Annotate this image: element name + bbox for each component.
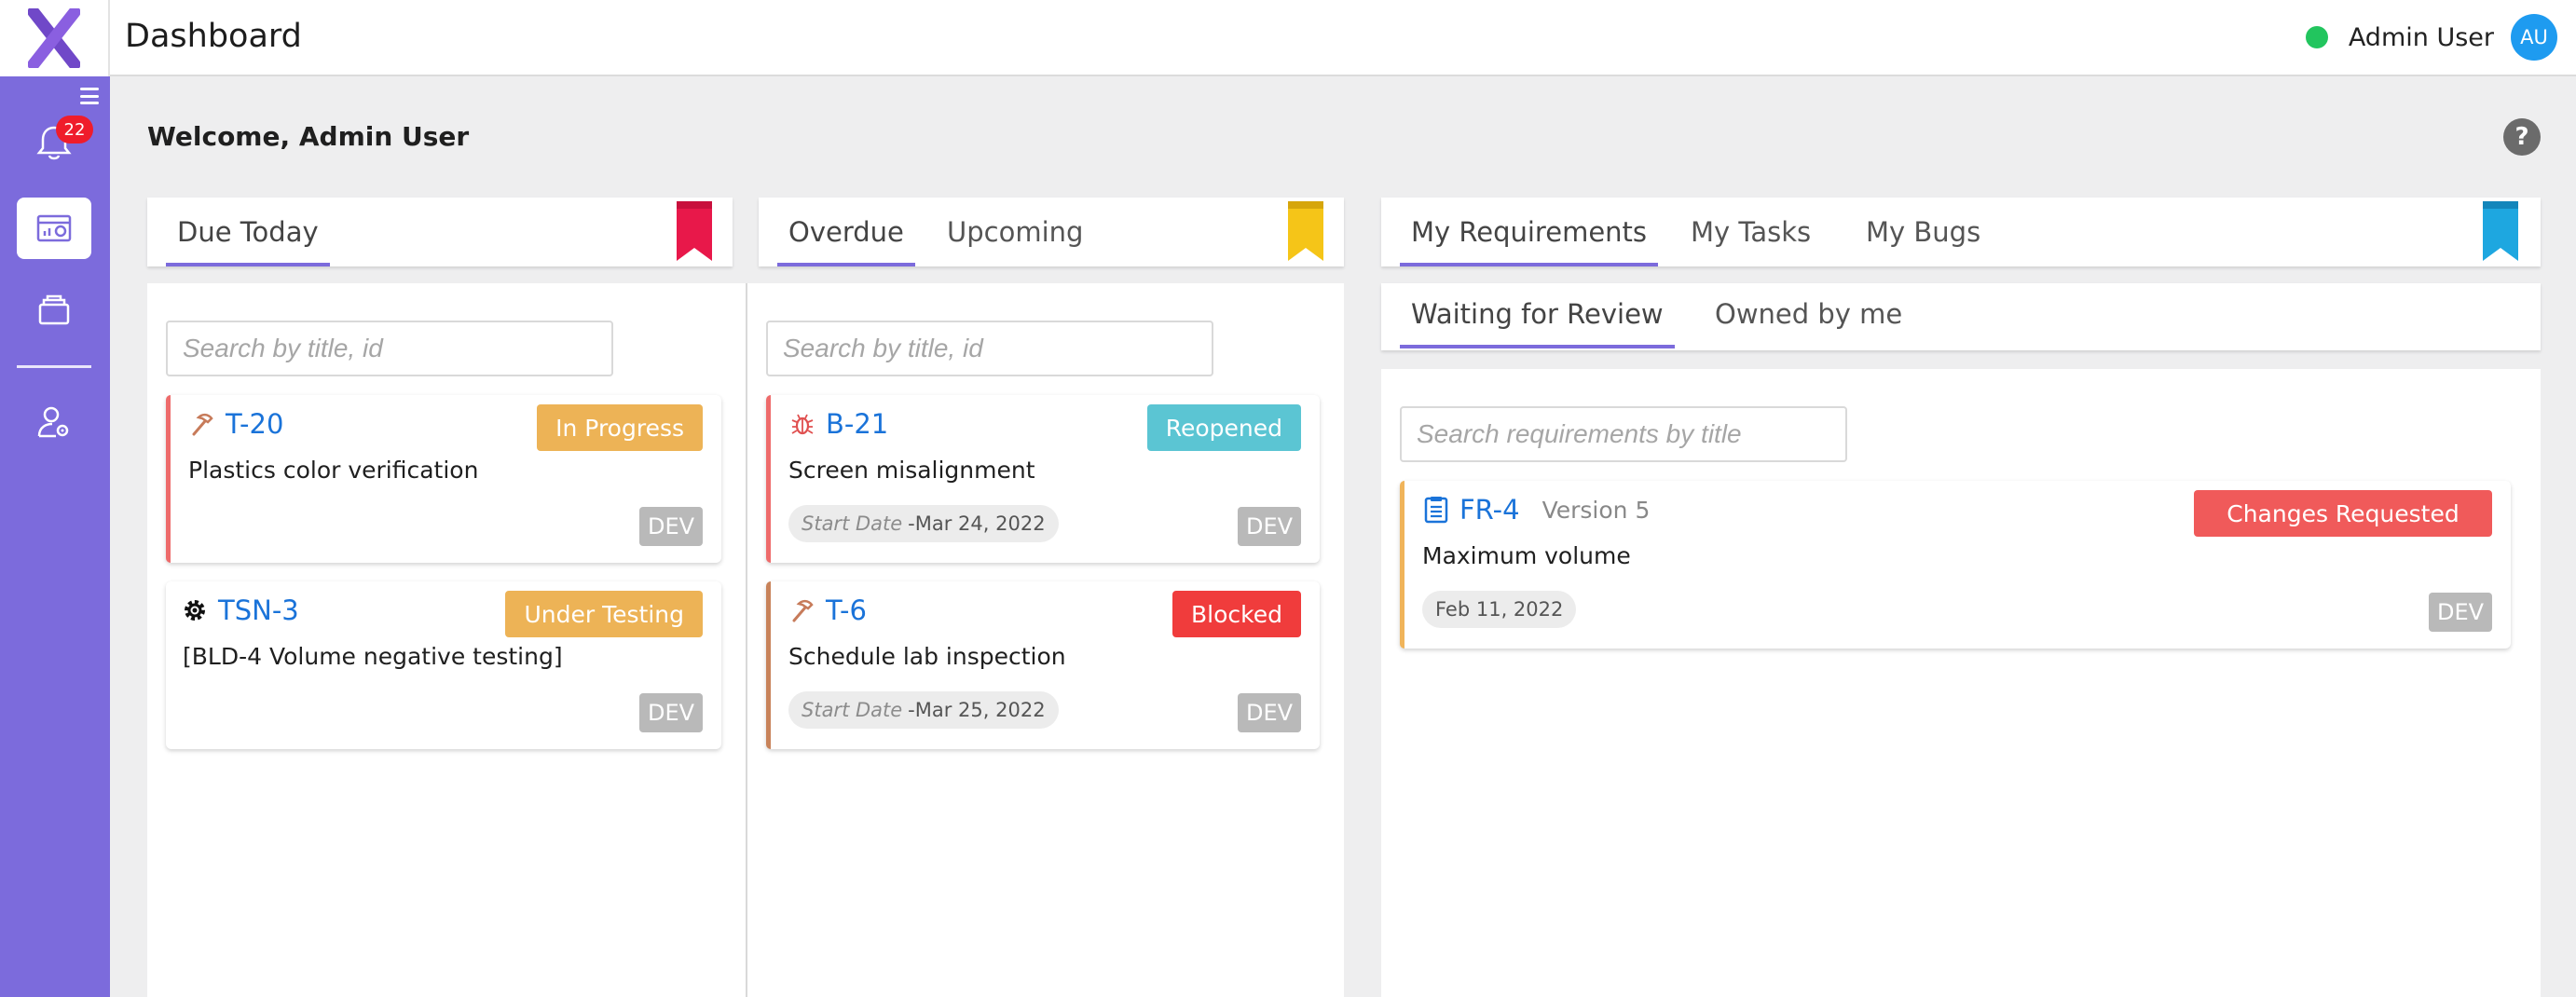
tab-overdue[interactable]: Overdue	[777, 211, 915, 266]
requirement-card[interactable]: FR-4 Version 5 Changes Requested Maximum…	[1400, 481, 2511, 649]
dev-tag: DEV	[1238, 693, 1301, 732]
status-badge: Reopened	[1146, 404, 1301, 451]
mine-subtabbar: Waiting for Review Owned by me	[1381, 283, 2541, 350]
overdue-tabbar: Overdue Upcoming	[759, 198, 1344, 266]
document-icon	[1422, 496, 1450, 524]
card-accent-bar	[166, 395, 171, 563]
welcome-heading: Welcome, Admin User	[147, 121, 470, 152]
overdue-search-input[interactable]	[766, 321, 1213, 376]
status-badge: In Progress	[537, 404, 703, 451]
card-accent-bar	[1400, 481, 1404, 649]
task-card[interactable]: T-6 Blocked Schedule lab inspection Star…	[766, 581, 1320, 749]
online-status-icon	[2305, 26, 2328, 48]
dev-tag: DEV	[2429, 593, 2492, 632]
sidebar-item-projects[interactable]	[17, 280, 91, 341]
tab-owned-by-me[interactable]: Owned by me	[1704, 293, 1913, 348]
date-chip: Feb 11, 2022	[1422, 591, 1577, 628]
notification-count-badge: 22	[56, 116, 93, 143]
folders-icon	[38, 294, 70, 325]
due-search-input[interactable]	[166, 321, 613, 376]
sidebar: 22	[0, 76, 110, 997]
bookmark-yellow-icon	[1288, 201, 1323, 261]
sidebar-item-user-settings[interactable]	[17, 391, 91, 453]
bookmark-red-icon	[677, 201, 712, 261]
menu-toggle-icon[interactable]	[80, 88, 99, 104]
card-id-link[interactable]: T-20	[188, 408, 283, 440]
bug-card[interactable]: B-21 Reopened Screen misalignment Start …	[766, 395, 1320, 563]
user-menu[interactable]: Admin User AU	[2305, 14, 2557, 61]
start-date-chip: Start Date - Mar 24, 2022	[788, 505, 1059, 542]
user-settings-icon	[37, 406, 69, 438]
gear-icon	[181, 596, 209, 624]
card-id-link[interactable]: FR-4 Version 5	[1422, 494, 1650, 526]
task-card[interactable]: TSN-3 Under Testing [BLD-4 Volume negati…	[166, 581, 721, 749]
requirements-search-input[interactable]	[1400, 406, 1847, 462]
card-title: [BLD-4 Volume negative testing]	[183, 643, 563, 670]
requirements-panel	[1381, 369, 2541, 997]
card-id-link[interactable]: T-6	[788, 594, 867, 626]
tab-waiting-for-review[interactable]: Waiting for Review	[1400, 293, 1675, 348]
dashboard-icon	[36, 214, 72, 242]
tab-due-today[interactable]: Due Today	[166, 211, 330, 266]
card-title: Screen misalignment	[788, 457, 1035, 484]
dev-tag: DEV	[639, 693, 703, 732]
hammer-icon	[188, 410, 216, 438]
tab-my-requirements[interactable]: My Requirements	[1400, 211, 1659, 266]
card-accent-bar	[766, 581, 771, 749]
card-title: Schedule lab inspection	[788, 643, 1066, 670]
avatar[interactable]: AU	[2511, 14, 2557, 61]
sidebar-item-dashboard[interactable]	[17, 198, 91, 259]
card-id-link[interactable]: B-21	[788, 408, 888, 440]
dev-tag: DEV	[1238, 507, 1301, 546]
mine-tabbar: My Requirements My Tasks My Bugs	[1381, 198, 2541, 266]
dev-tag: DEV	[639, 507, 703, 546]
user-name[interactable]: Admin User	[2349, 23, 2494, 52]
card-id-link[interactable]: TSN-3	[181, 594, 299, 626]
help-icon[interactable]: ?	[2503, 118, 2541, 156]
hammer-icon	[788, 596, 816, 624]
column-divider	[746, 283, 747, 997]
sidebar-divider	[17, 365, 91, 368]
tab-upcoming[interactable]: Upcoming	[936, 211, 1094, 266]
tab-my-tasks[interactable]: My Tasks	[1679, 211, 1822, 266]
card-accent-bar	[766, 395, 771, 563]
page-title: Dashboard	[125, 18, 302, 55]
start-date-chip: Start Date - Mar 25, 2022	[788, 691, 1059, 729]
app-logo[interactable]	[0, 0, 110, 76]
status-badge: Under Testing	[505, 591, 703, 637]
tab-my-bugs[interactable]: My Bugs	[1855, 211, 1992, 266]
x-logo-icon	[28, 8, 80, 68]
card-title: Plastics color verification	[188, 457, 479, 484]
top-bar: Dashboard Admin User AU	[0, 0, 2576, 76]
bookmark-blue-icon	[2483, 201, 2518, 261]
status-badge: Changes Requested	[2194, 490, 2492, 537]
status-badge: Blocked	[1172, 591, 1301, 637]
version-label: Version 5	[1541, 496, 1651, 524]
task-card[interactable]: T-20 In Progress Plastics color verifica…	[166, 395, 721, 563]
card-title: Maximum volume	[1422, 542, 1631, 569]
due-tabbar: Due Today	[147, 198, 733, 266]
bug-icon	[788, 410, 816, 438]
